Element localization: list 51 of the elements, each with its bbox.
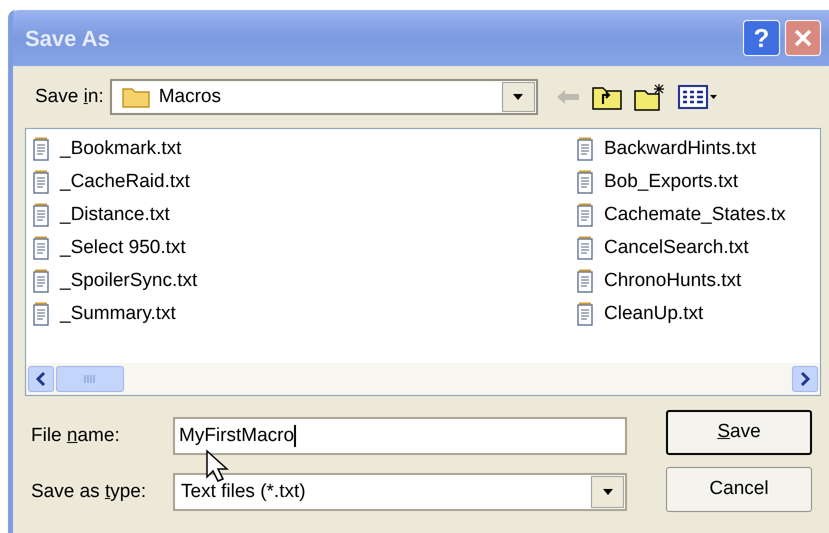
save-in-value: Macros bbox=[158, 84, 222, 109]
text-file-icon bbox=[32, 170, 52, 196]
save-in-dropdown[interactable]: Macros bbox=[110, 79, 538, 115]
text-file-icon bbox=[576, 302, 596, 328]
file-item[interactable]: BackwardHints.txt bbox=[576, 133, 786, 166]
file-item[interactable]: _Bookmark.txt bbox=[32, 133, 576, 166]
save-as-type-dropdown[interactable]: Text files (*.txt) bbox=[173, 473, 627, 511]
dropdown-button[interactable] bbox=[502, 82, 535, 112]
file-item[interactable]: _Distance.txt bbox=[32, 199, 576, 232]
text-file-icon bbox=[576, 268, 596, 294]
save-in-label: Save in: bbox=[35, 84, 104, 109]
text-file-icon bbox=[576, 170, 596, 196]
file-item[interactable]: Cachemate_States.tx bbox=[576, 199, 786, 232]
text-file-icon bbox=[576, 136, 596, 162]
file-name-label: File name: bbox=[31, 424, 121, 448]
scroll-right-button[interactable] bbox=[792, 366, 818, 392]
left-chevron-icon bbox=[36, 372, 46, 386]
text-file-icon bbox=[32, 202, 52, 228]
file-item[interactable]: _Summary.txt bbox=[32, 298, 576, 331]
view-menu-icon[interactable] bbox=[678, 85, 718, 109]
close-button[interactable] bbox=[785, 20, 821, 56]
text-file-icon bbox=[32, 268, 52, 294]
file-item[interactable]: _Select 950.txt bbox=[32, 232, 576, 265]
right-chevron-icon bbox=[800, 372, 810, 386]
file-name-value: MyFirstMacro bbox=[179, 424, 294, 448]
horizontal-scrollbar[interactable] bbox=[26, 363, 820, 395]
dialog-button[interactable]: Save bbox=[666, 410, 812, 455]
text-file-icon bbox=[576, 202, 596, 228]
scroll-thumb[interactable] bbox=[56, 366, 124, 392]
dialog-button[interactable]: Cancel bbox=[666, 467, 812, 512]
caret-icon bbox=[602, 488, 614, 496]
text-file-icon bbox=[32, 236, 52, 262]
file-item[interactable]: CleanUp.txt bbox=[576, 298, 786, 331]
text-file-icon bbox=[32, 136, 52, 162]
scroll-left-button[interactable] bbox=[28, 366, 54, 392]
help-button[interactable]: ? bbox=[743, 20, 780, 56]
text-file-icon bbox=[32, 302, 52, 328]
text-file-icon bbox=[576, 236, 596, 262]
close-icon bbox=[793, 28, 813, 48]
file-item[interactable]: _CacheRaid.txt bbox=[32, 166, 576, 199]
mouse-pointer-icon bbox=[205, 449, 231, 483]
file-item[interactable]: Bob_Exports.txt bbox=[576, 166, 786, 199]
caret-icon bbox=[512, 93, 524, 101]
file-item[interactable]: _SpoilerSync.txt bbox=[32, 265, 576, 298]
dropdown-button[interactable] bbox=[591, 476, 624, 508]
new-folder-icon[interactable] bbox=[634, 83, 666, 111]
save-as-type-label: Save as type: bbox=[31, 480, 148, 504]
file-item[interactable]: CancelSearch.txt bbox=[576, 232, 786, 265]
file-item[interactable]: ChronoHunts.txt bbox=[576, 265, 786, 298]
window-title: Save As bbox=[25, 24, 110, 52]
save-as-type-value: Text files (*.txt) bbox=[181, 480, 307, 504]
